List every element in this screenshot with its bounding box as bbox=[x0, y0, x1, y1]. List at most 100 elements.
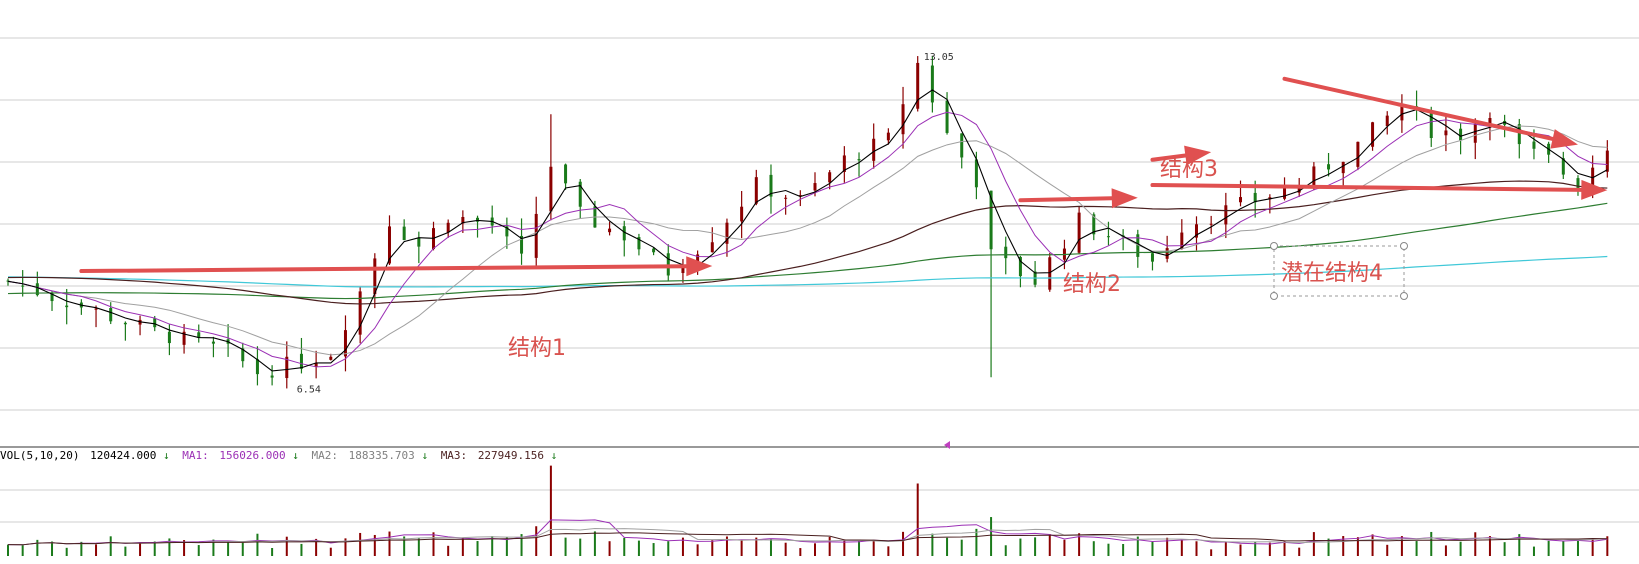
candle bbox=[1605, 140, 1609, 178]
candle bbox=[901, 86, 905, 149]
candle-body bbox=[652, 248, 656, 253]
candle-body bbox=[901, 104, 905, 135]
candle bbox=[241, 342, 245, 368]
candle-body bbox=[784, 197, 788, 199]
candle bbox=[710, 227, 714, 253]
annotation-arrow bbox=[1150, 179, 1608, 200]
candle bbox=[94, 305, 98, 328]
candle bbox=[549, 114, 553, 221]
candle bbox=[1517, 118, 1521, 159]
candle bbox=[343, 315, 347, 372]
candle-body bbox=[329, 356, 333, 360]
candle-body bbox=[549, 166, 553, 212]
candle bbox=[1077, 206, 1081, 255]
candle bbox=[1165, 235, 1169, 263]
candle-body bbox=[608, 228, 612, 233]
candle bbox=[211, 336, 215, 358]
annotation-structure-2: 结构2 bbox=[1063, 272, 1121, 297]
candle bbox=[505, 217, 509, 249]
candle bbox=[314, 350, 318, 379]
max-price-label: 13.05 bbox=[924, 52, 954, 63]
annotation-structure-1: 结构1 bbox=[508, 336, 566, 361]
resize-handle bbox=[1400, 292, 1408, 300]
candle-body bbox=[211, 341, 215, 344]
moving-average-lines bbox=[7, 89, 1608, 372]
candle-body bbox=[1605, 150, 1609, 172]
candle-body bbox=[710, 242, 714, 253]
ma3-label: MA3: bbox=[441, 449, 468, 462]
ma3-value: 227949.156 bbox=[478, 449, 544, 462]
candle bbox=[930, 56, 934, 113]
candle bbox=[432, 221, 436, 251]
candle bbox=[578, 179, 582, 219]
candle-body bbox=[1283, 188, 1287, 199]
annotation-structure-4: 潜在结构4 bbox=[1281, 261, 1383, 286]
candle-body bbox=[1385, 115, 1389, 127]
volume-grid bbox=[0, 489, 1639, 523]
candle bbox=[1561, 151, 1565, 180]
ma1-arrow: ↓ bbox=[292, 449, 299, 462]
candle bbox=[79, 299, 83, 315]
candle-body bbox=[1165, 248, 1169, 259]
min-price-label: 6.54 bbox=[297, 384, 321, 395]
vol-ma3-line bbox=[7, 532, 1608, 546]
candle bbox=[490, 205, 494, 234]
candle bbox=[123, 321, 127, 341]
candle-body bbox=[1209, 223, 1213, 225]
candle bbox=[476, 215, 480, 238]
candle bbox=[754, 169, 758, 206]
candle bbox=[255, 346, 259, 386]
price-grid bbox=[0, 37, 1639, 411]
vol-title: VOL(5,10,20) bbox=[0, 449, 79, 462]
candle-body bbox=[343, 330, 347, 357]
candle bbox=[960, 133, 964, 169]
candle bbox=[784, 194, 788, 215]
candle bbox=[1459, 123, 1463, 155]
candle-body bbox=[21, 285, 25, 287]
candle bbox=[270, 365, 274, 386]
ma1-value: 156026.000 bbox=[219, 449, 285, 462]
candle bbox=[1150, 251, 1154, 271]
candle-body bbox=[1224, 205, 1228, 225]
vol-arrow: ↓ bbox=[163, 449, 170, 462]
candle bbox=[1283, 177, 1287, 201]
candle bbox=[417, 231, 421, 264]
candle bbox=[373, 253, 377, 309]
candle-body bbox=[1004, 246, 1008, 259]
price-candles bbox=[6, 56, 1609, 389]
candle-body bbox=[1356, 141, 1360, 167]
candle bbox=[842, 146, 846, 183]
candle bbox=[1547, 141, 1551, 163]
vol-legend: VOL(5,10,20) 120424.000 ↓ MA1: 156026.00… bbox=[0, 449, 557, 462]
candle-body bbox=[872, 138, 876, 161]
candle-body bbox=[740, 206, 744, 222]
candle bbox=[1209, 215, 1213, 235]
ma2-label: MA2: bbox=[311, 449, 338, 462]
cursor-marker bbox=[944, 441, 950, 449]
candle bbox=[1385, 111, 1389, 135]
candle-body bbox=[153, 318, 157, 328]
candle bbox=[798, 190, 802, 207]
candle-body bbox=[886, 132, 890, 141]
ma1-label: MA1: bbox=[182, 449, 209, 462]
candle-body bbox=[1048, 257, 1052, 290]
annotation-structure-3: 结构3 bbox=[1160, 157, 1218, 182]
candle-body bbox=[1150, 253, 1154, 262]
ma10-line bbox=[7, 111, 1608, 368]
candle-body bbox=[446, 222, 450, 233]
candle bbox=[358, 286, 362, 344]
candle-body bbox=[1312, 166, 1316, 186]
candle bbox=[1106, 221, 1110, 246]
candle-body bbox=[1106, 236, 1110, 238]
candle-body bbox=[945, 100, 949, 133]
candle-body bbox=[564, 164, 568, 184]
ma3-arrow: ↓ bbox=[551, 449, 558, 462]
candle bbox=[197, 324, 201, 343]
candle bbox=[1033, 261, 1037, 288]
candle bbox=[857, 152, 861, 177]
structure-4-selection-box[interactable]: 潜在结构4 bbox=[1270, 242, 1408, 300]
candle-body bbox=[167, 331, 171, 344]
candle bbox=[622, 220, 626, 257]
candle bbox=[637, 233, 641, 256]
annotation-arrow bbox=[79, 256, 713, 277]
